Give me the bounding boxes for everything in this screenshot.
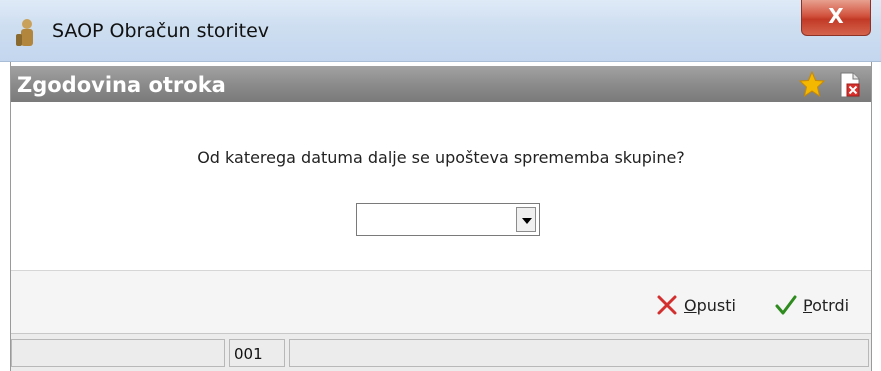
question-text: Od katerega datuma dalje se upošteva spr… <box>197 148 685 167</box>
cancel-label: Opusti <box>684 295 736 315</box>
dialog-header: Zgodovina otroka <box>11 66 871 102</box>
confirm-button[interactable]: Potrdi <box>775 291 849 319</box>
app-title: SAOP Obračun storitev <box>52 20 270 42</box>
title-bar: SAOP Obračun storitev X <box>0 0 881 62</box>
status-cell-right <box>289 339 869 367</box>
star-icon[interactable] <box>799 71 825 97</box>
close-button[interactable]: X <box>801 0 871 36</box>
chevron-down-icon[interactable] <box>516 207 536 232</box>
cancel-button[interactable]: Opusti <box>656 291 736 319</box>
dialog-window: Zgodovina otroka Od katerega datuma dalj… <box>10 62 872 371</box>
status-bar: 001 <box>11 333 871 371</box>
dialog-title: Zgodovina otroka <box>17 73 226 97</box>
status-cell-code: 001 <box>229 339 285 367</box>
close-document-icon[interactable] <box>839 72 861 98</box>
cross-icon <box>657 295 677 315</box>
status-cell-left <box>11 339 225 367</box>
confirm-label: Potrdi <box>803 295 850 315</box>
app-icon <box>16 19 33 46</box>
button-area: Opusti Potrdi <box>11 270 871 333</box>
checkmark-icon <box>775 295 797 315</box>
date-select[interactable] <box>356 203 540 236</box>
